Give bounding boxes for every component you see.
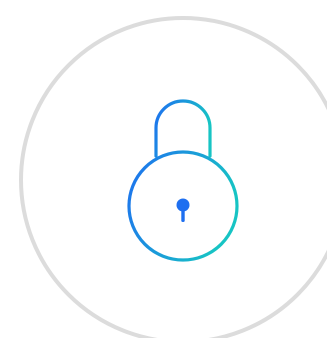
lock-illustration [19, 16, 327, 338]
lock-icon [127, 99, 239, 262]
lock-screen [0, 0, 327, 338]
lock-shackle [154, 99, 212, 158]
